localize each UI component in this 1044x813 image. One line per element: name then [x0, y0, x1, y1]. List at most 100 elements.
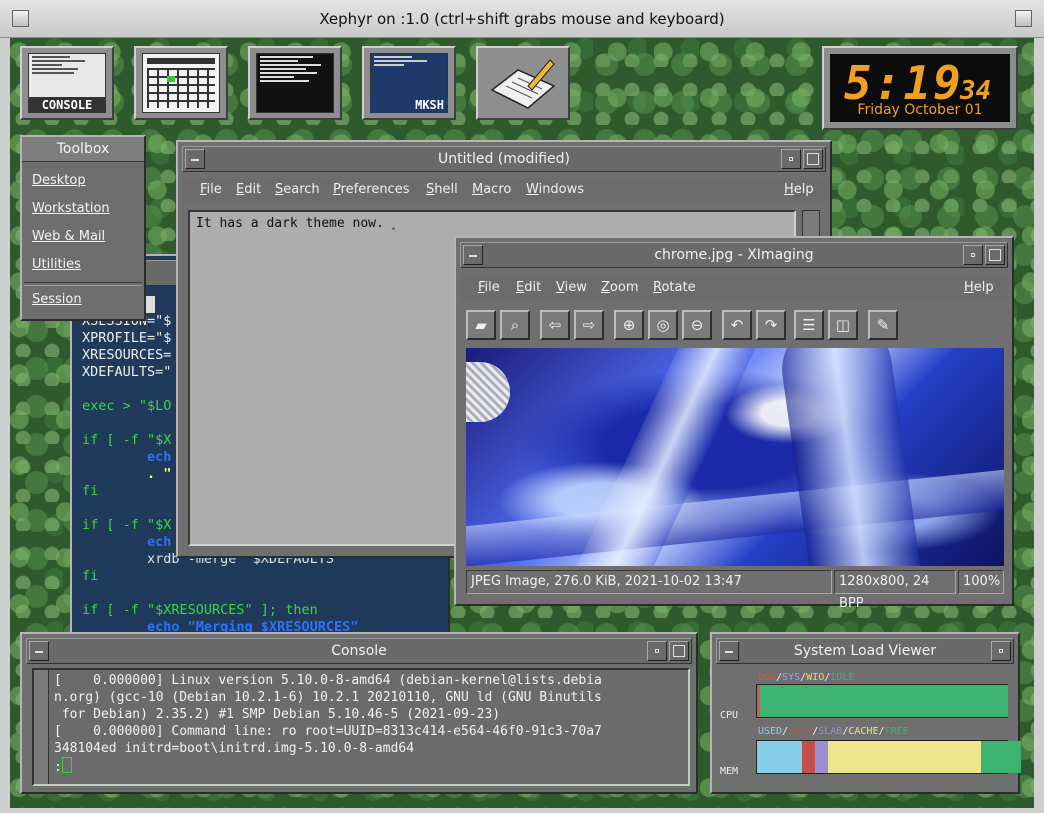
- ximaging-menu-view[interactable]: View: [556, 280, 587, 295]
- ximaging-toolbar: ▰ ⌕ ⇦ ⇨ ⊕ ◎ ⊖ ↶ ↷ ☰ ◫ ✎: [466, 310, 1004, 344]
- ximaging-menu-rotate[interactable]: Rotate: [653, 280, 696, 295]
- clock-date: Friday October 01: [857, 102, 983, 118]
- segment-used: [757, 741, 802, 773]
- console-minimize-button[interactable]: [647, 641, 667, 661]
- ximaging-minimize-button[interactable]: [963, 245, 983, 265]
- ximaging-menubar: File Edit View Zoom Rotate Help: [460, 276, 1008, 300]
- console-launcher-label: CONSOLE: [28, 97, 106, 113]
- toolbox-title: Toolbox: [22, 137, 144, 162]
- editor-menu-preferences[interactable]: Preferences: [333, 182, 409, 197]
- flip-vertical-icon[interactable]: ☰: [794, 310, 824, 340]
- pin-icon[interactable]: ✎: [868, 310, 898, 340]
- host-frame-bottom: [0, 808, 1044, 813]
- editor-title: Untitled (modified): [437, 151, 571, 167]
- mem-legend: USED/BUFF/SLAB/CACHE/FREE: [758, 726, 909, 737]
- zoom-level: 100%: [958, 570, 1004, 594]
- cpu-bar: [756, 684, 1008, 718]
- segment-idle: [760, 685, 1008, 717]
- rotate-left-icon[interactable]: ↶: [722, 310, 752, 340]
- ximaging-titlebar[interactable]: chrome.jpg - XImaging: [460, 242, 1008, 268]
- toolbox-menu[interactable]: Toolbox Desktop Workstation Web & Mail U…: [20, 135, 146, 321]
- host-title: Xephyr on :1.0 (ctrl+shift grabs mouse a…: [319, 10, 725, 28]
- console-title: Console: [331, 643, 387, 659]
- editor-menubar: File Edit Search Preferences Shell Macro…: [182, 178, 826, 202]
- toolbox-separator: [24, 282, 142, 286]
- mksh-launcher-label: MKSH: [370, 97, 448, 113]
- image-info: JPEG Image, 276.0 KiB, 2021-10-02 13:47: [466, 570, 832, 594]
- clock-widget: 5:19 34 Friday October 01: [822, 46, 1018, 130]
- notepad-icon: [488, 56, 558, 112]
- legend-buff: BUFF: [788, 726, 813, 737]
- notepad-launcher[interactable]: [476, 46, 570, 120]
- load-minimize-button[interactable]: [991, 641, 1011, 661]
- toolbox-item-web-mail[interactable]: Web & Mail: [32, 229, 105, 244]
- segment-slab: [815, 741, 828, 773]
- editor-maximize-button[interactable]: [803, 149, 823, 169]
- cpu-legend: USR/SYS/WIO/IDLE: [758, 672, 855, 683]
- editor-menu-file[interactable]: File: [200, 182, 222, 197]
- editor-titlebar[interactable]: Untitled (modified): [182, 146, 826, 172]
- toolbox-item-utilities[interactable]: Utilities: [32, 257, 81, 272]
- console-output[interactable]: [ 0.000000] Linux version 5.10.0-8-amd64…: [32, 668, 690, 786]
- ximaging-window[interactable]: chrome.jpg - XImaging File Edit View Zoo…: [454, 236, 1014, 611]
- ximaging-menu-file[interactable]: File: [478, 280, 500, 295]
- mem-label: MEM: [720, 766, 739, 777]
- console-cursor: [61, 757, 72, 773]
- host-titlebar[interactable]: Xephyr on :1.0 (ctrl+shift grabs mouse a…: [0, 0, 1044, 38]
- flip-horizontal-icon[interactable]: ◫: [828, 310, 858, 340]
- console-prompt: :: [54, 760, 62, 775]
- editor-menu-help[interactable]: Help: [784, 182, 814, 197]
- console-maximize-button[interactable]: [669, 641, 689, 661]
- ximaging-title: chrome.jpg - XImaging: [654, 247, 814, 263]
- browse-icon[interactable]: ⌕: [500, 310, 530, 340]
- console-launcher[interactable]: CONSOLE: [20, 46, 114, 120]
- ximaging-maximize-button[interactable]: [985, 245, 1005, 265]
- ximaging-menu-edit[interactable]: Edit: [516, 280, 541, 295]
- calendar-launcher[interactable]: [134, 46, 228, 120]
- editor-menu-search[interactable]: Search: [275, 182, 320, 197]
- legend-slab: SLAB: [818, 726, 843, 737]
- legend-cache: CACHE: [848, 726, 879, 737]
- zoom-fit-icon[interactable]: ◎: [648, 310, 678, 340]
- load-body: USR/SYS/WIO/IDLE CPU USED/BUFF/SLAB/CACH…: [720, 668, 1021, 786]
- ximaging-menu-zoom[interactable]: Zoom: [601, 280, 638, 295]
- terminal-launcher[interactable]: [248, 46, 342, 120]
- ximaging-statusbar: JPEG Image, 276.0 KiB, 2021-10-02 13:47 …: [466, 570, 1004, 611]
- legend-sys: SYS: [782, 672, 801, 683]
- host-maximize-button[interactable]: [1015, 10, 1032, 27]
- toolbox-item-session[interactable]: Session: [32, 292, 82, 307]
- segment-buff: [802, 741, 815, 773]
- editor-menu-windows[interactable]: Windows: [526, 182, 584, 197]
- toolbox-item-desktop[interactable]: Desktop: [32, 173, 86, 188]
- editor-menu-edit[interactable]: Edit: [236, 182, 261, 197]
- load-title: System Load Viewer: [793, 643, 937, 659]
- zoom-out-icon[interactable]: ⊖: [682, 310, 712, 340]
- editor-menu-shell[interactable]: Shell: [426, 182, 458, 197]
- desktop[interactable]: CONSOLE MKSH 5:19 34 Friday October 01 X…: [10, 38, 1034, 808]
- next-icon[interactable]: ⇨: [574, 310, 604, 340]
- editor-content: It has a dark theme now.: [196, 216, 384, 231]
- segment-cache: [828, 741, 981, 773]
- open-icon[interactable]: ▰: [466, 310, 496, 340]
- image-dimensions: 1280x800, 24 BPP: [834, 570, 956, 611]
- mksh-launcher[interactable]: MKSH: [362, 46, 456, 120]
- console-window[interactable]: Console [ 0.000000] Linux version 5.10.0…: [20, 632, 698, 794]
- editor-minimize-button[interactable]: [781, 149, 801, 169]
- legend-used: USED: [758, 726, 783, 737]
- zoom-in-icon[interactable]: ⊕: [614, 310, 644, 340]
- rotate-right-icon[interactable]: ↷: [756, 310, 786, 340]
- legend-idle: IDLE: [830, 672, 855, 683]
- previous-icon[interactable]: ⇦: [540, 310, 570, 340]
- load-titlebar[interactable]: System Load Viewer: [716, 638, 1014, 664]
- legend-free: FREE: [884, 726, 909, 737]
- system-load-viewer-window[interactable]: System Load Viewer USR/SYS/WIO/IDLE CPU …: [710, 632, 1021, 794]
- host-frame-right: [1034, 38, 1044, 813]
- console-titlebar[interactable]: Console: [26, 638, 692, 664]
- legend-wio: WIO: [806, 672, 825, 683]
- image-viewport[interactable]: [466, 348, 1004, 566]
- ximaging-menu-help[interactable]: Help: [964, 280, 994, 295]
- segment-free: [981, 741, 1021, 773]
- toolbox-item-workstation[interactable]: Workstation: [32, 201, 110, 216]
- editor-menu-macro[interactable]: Macro: [472, 182, 511, 197]
- console-scrollbar[interactable]: [34, 670, 49, 784]
